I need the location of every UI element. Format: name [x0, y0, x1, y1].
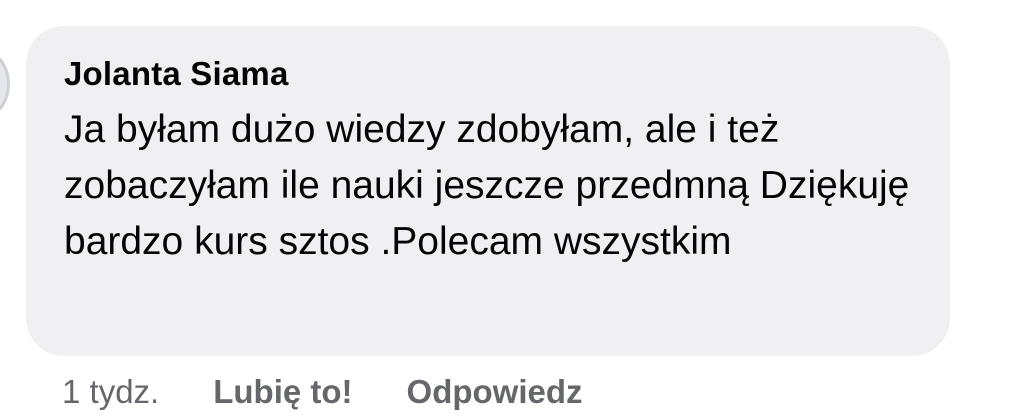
like-button[interactable]: Lubię to! — [213, 373, 352, 411]
reply-button[interactable]: Odpowiedz — [407, 373, 583, 411]
comment-container: Jolanta Siama Ja byłam dużo wiedzy zdoby… — [0, 0, 1022, 417]
comment-actions: 1 tydz. Lubię to! Odpowiedz — [62, 372, 583, 412]
avatar[interactable] — [0, 50, 10, 118]
comment-bubble: Jolanta Siama Ja byłam dużo wiedzy zdoby… — [26, 26, 950, 356]
comment-text: Ja byłam dużo wiedzy zdobyłam, ale i też… — [64, 108, 910, 263]
comment-author[interactable]: Jolanta Siama — [64, 54, 910, 94]
comment-timestamp[interactable]: 1 tydz. — [62, 373, 159, 411]
